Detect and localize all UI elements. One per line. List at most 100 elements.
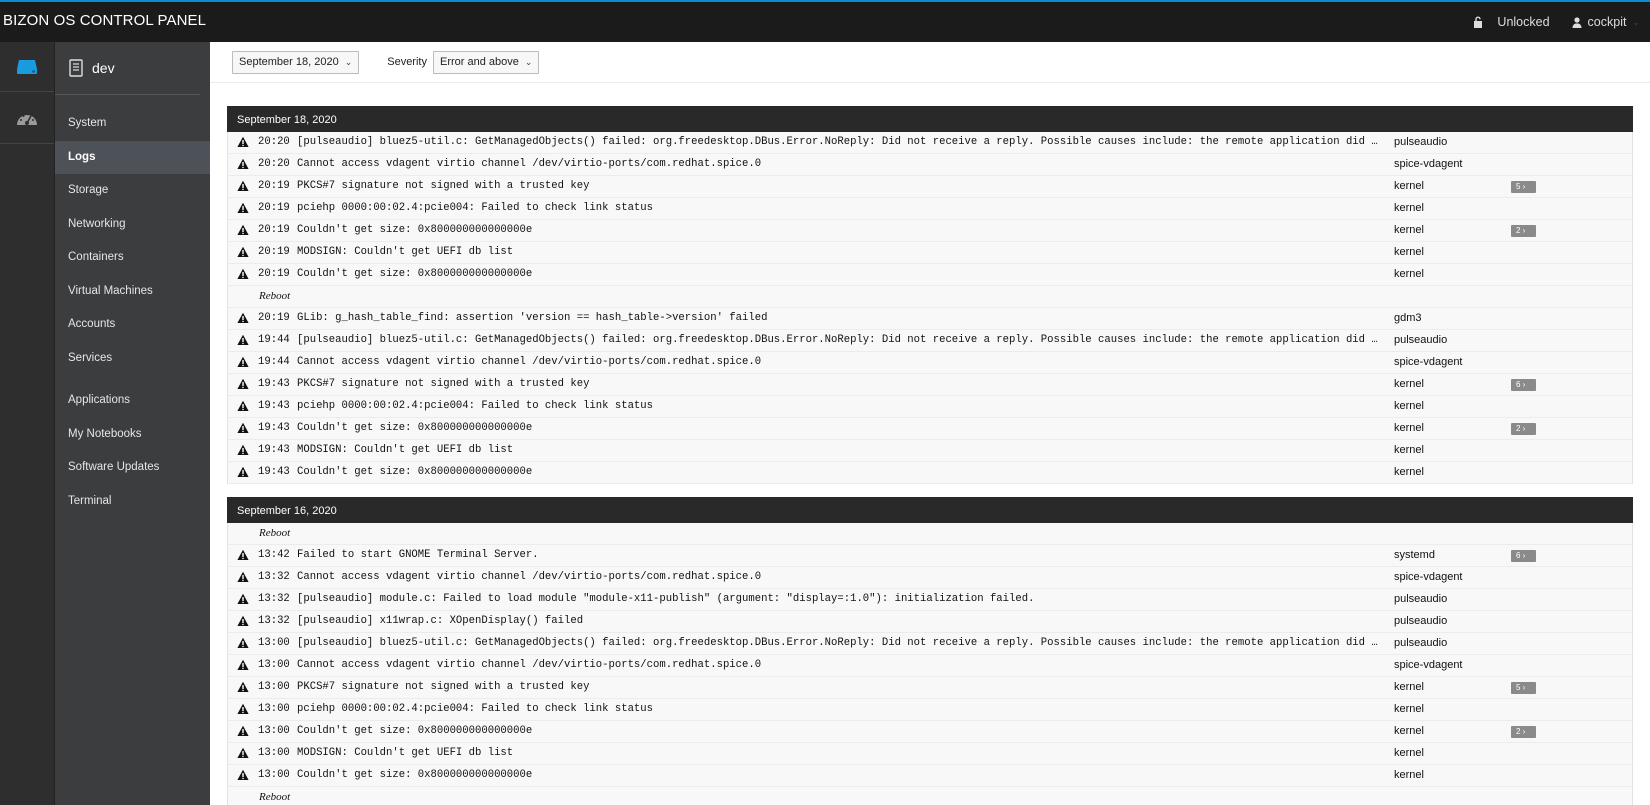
repeat-count-badge[interactable]: 5 › xyxy=(1511,682,1536,694)
log-entry-row[interactable]: 20:19 MODSIGN: Couldn't get UEFI db list k… xyxy=(227,242,1633,264)
repeat-count-badge[interactable]: 5 › xyxy=(1511,181,1536,193)
repeat-count-badge[interactable]: 2 › xyxy=(1511,726,1536,738)
log-message: Couldn't get size: 0x800000000000000e xyxy=(297,769,533,781)
log-time: 13:32 xyxy=(258,593,290,605)
log-identifier: kernel xyxy=(1394,202,1424,214)
log-entry-row[interactable]: 19:43 Couldn't get size: 0x80000000000000… xyxy=(227,462,1633,484)
rail-item-host[interactable] xyxy=(0,42,54,92)
log-identifier: systemd xyxy=(1394,549,1435,561)
log-message: PKCS#7 signature not signed with a trust… xyxy=(297,378,590,390)
log-message: [pulseaudio] module.c: Failed to load mo… xyxy=(297,593,1035,605)
log-entry-row[interactable]: 19:44 [pulseaudio] bluez5-util.c: GetMana… xyxy=(227,330,1633,352)
repeat-count: 6 xyxy=(1516,551,1521,560)
log-entry-row[interactable]: 13:32 [pulseaudio] module.c: Failed to lo… xyxy=(227,589,1633,611)
reboot-marker: Reboot xyxy=(227,523,1633,545)
warning-icon xyxy=(237,725,249,736)
log-time: 13:00 xyxy=(258,681,290,693)
user-icon xyxy=(1572,16,1582,28)
log-message: Failed to start GNOME Terminal Server. xyxy=(297,549,539,561)
log-entry-row[interactable]: 13:32 [pulseaudio] x11wrap.c: XOpenDispla… xyxy=(227,611,1633,633)
log-entry-row[interactable]: 20:19 Couldn't get size: 0x80000000000000… xyxy=(227,220,1633,242)
log-message: MODSIGN: Couldn't get UEFI db list xyxy=(297,444,514,456)
sidebar-item-software-updates[interactable]: Software Updates xyxy=(55,451,210,485)
warning-icon xyxy=(237,246,249,257)
log-entry-row[interactable]: 13:00 pciehp 0000:00:02.4:pcie004: Failed… xyxy=(227,699,1633,721)
repeat-count-badge[interactable]: 6 › xyxy=(1511,550,1536,562)
log-time: 20:20 xyxy=(258,158,290,170)
log-identifier: pulseaudio xyxy=(1394,334,1448,346)
log-time: 13:32 xyxy=(258,571,290,583)
sidebar-item-system[interactable]: System xyxy=(55,107,210,141)
log-message: GLib: g_hash_table_find: assertion 'vers… xyxy=(297,312,768,324)
lock-icon xyxy=(1474,16,1483,28)
log-entry-row[interactable]: 19:43 Couldn't get size: 0x80000000000000… xyxy=(227,418,1633,440)
log-identifier: kernel xyxy=(1394,703,1424,715)
log-time: 20:19 xyxy=(258,180,290,192)
log-time: 13:00 xyxy=(258,747,290,759)
repeat-count-badge[interactable]: 2 › xyxy=(1511,423,1536,435)
log-time: 13:00 xyxy=(258,637,290,649)
sidebar-item-networking[interactable]: Networking xyxy=(55,208,210,242)
sidebar-item-virtual-machines[interactable]: Virtual Machines xyxy=(55,275,210,309)
log-entry-row[interactable]: 13:00 Cannot access vdagent virtio channe… xyxy=(227,655,1633,677)
log-entry-row[interactable]: 13:00 MODSIGN: Couldn't get UEFI db list k… xyxy=(227,743,1633,765)
log-message: pciehp 0000:00:02.4:pcie004: Failed to c… xyxy=(297,202,654,214)
day-header: September 18, 2020 xyxy=(227,106,1633,132)
log-entry-row[interactable]: 20:19 Couldn't get size: 0x80000000000000… xyxy=(227,264,1633,286)
log-time: 20:19 xyxy=(258,312,290,324)
log-entry-row[interactable]: 13:00 Couldn't get size: 0x80000000000000… xyxy=(227,721,1633,743)
log-identifier: kernel xyxy=(1394,422,1424,434)
sidebar-item-services[interactable]: Services xyxy=(55,342,210,376)
log-entry-row[interactable]: 19:43 pciehp 0000:00:02.4:pcie004: Failed… xyxy=(227,396,1633,418)
log-entry-row[interactable]: 13:00 [pulseaudio] bluez5-util.c: GetMana… xyxy=(227,633,1633,655)
log-entry-row[interactable]: 13:00 PKCS#7 signature not signed with a … xyxy=(227,677,1633,699)
log-identifier: kernel xyxy=(1394,466,1424,478)
sidebar-item-applications[interactable]: Applications xyxy=(55,384,210,418)
log-entry-row[interactable]: 20:19 pciehp 0000:00:02.4:pcie004: Failed… xyxy=(227,198,1633,220)
log-time: 13:00 xyxy=(258,659,290,671)
log-message: Cannot access vdagent virtio channel /de… xyxy=(297,158,762,170)
repeat-count-badge[interactable]: 6 › xyxy=(1511,379,1536,391)
log-time: 13:00 xyxy=(258,703,290,715)
sidebar-item-containers[interactable]: Containers xyxy=(55,241,210,275)
repeat-count: 6 xyxy=(1516,380,1521,389)
log-identifier: spice-vdagent xyxy=(1394,158,1463,170)
log-time: 13:00 xyxy=(258,769,290,781)
log-entry-row[interactable]: 20:19 GLib: g_hash_table_find: assertion … xyxy=(227,308,1633,330)
repeat-count: 5 xyxy=(1516,182,1521,191)
warning-icon xyxy=(237,549,249,560)
dashboard-icon xyxy=(17,114,37,125)
sidebar-item-storage[interactable]: Storage xyxy=(55,174,210,208)
sidebar-item-my-notebooks[interactable]: My Notebooks xyxy=(55,418,210,452)
log-entry-row[interactable]: 13:42 Failed to start GNOME Terminal Serv… xyxy=(227,545,1633,567)
log-message: Cannot access vdagent virtio channel /de… xyxy=(297,356,762,368)
warning-icon xyxy=(237,422,249,433)
sidebar-item-logs[interactable]: Logs xyxy=(55,140,210,174)
server-icon xyxy=(17,59,37,74)
log-identifier: spice-vdagent xyxy=(1394,571,1463,583)
date-dropdown[interactable]: September 18, 2020 ⌄ xyxy=(232,50,360,74)
log-identifier: pulseaudio xyxy=(1394,637,1448,649)
warning-icon xyxy=(237,356,249,367)
log-time: 19:43 xyxy=(258,444,290,456)
log-entry-row[interactable]: 19:43 PKCS#7 signature not signed with a … xyxy=(227,374,1633,396)
sidebar-item-accounts[interactable]: Accounts xyxy=(55,308,210,342)
rail-item-dashboard[interactable] xyxy=(0,92,54,144)
log-entry-row[interactable]: 20:20 Cannot access vdagent virtio channe… xyxy=(227,154,1633,176)
severity-dropdown[interactable]: Error and above ⌄ xyxy=(432,50,540,74)
lock-status: Unlocked xyxy=(1497,15,1550,29)
repeat-count: 2 xyxy=(1516,226,1521,235)
repeat-count-badge[interactable]: 2 › xyxy=(1511,225,1536,237)
log-entry-row[interactable]: 19:44 Cannot access vdagent virtio channe… xyxy=(227,352,1633,374)
log-entry-row[interactable]: 13:00 Couldn't get size: 0x80000000000000… xyxy=(227,765,1633,787)
chevron-down-icon: ⌄ xyxy=(524,56,533,67)
host-switcher[interactable]: dev xyxy=(55,42,200,95)
log-entry-row[interactable]: 20:19 PKCS#7 signature not signed with a … xyxy=(227,176,1633,198)
log-entry-row[interactable]: 13:32 Cannot access vdagent virtio channe… xyxy=(227,567,1633,589)
warning-icon xyxy=(237,334,249,345)
log-entry-row[interactable]: 20:20 [pulseaudio] bluez5-util.c: GetMana… xyxy=(227,132,1633,154)
log-entry-row[interactable]: 19:43 MODSIGN: Couldn't get UEFI db list k… xyxy=(227,440,1633,462)
lock-toggle[interactable]: Unlocked xyxy=(1473,15,1550,29)
user-menu[interactable]: cockpit ⌄ xyxy=(1572,15,1640,29)
sidebar-item-terminal[interactable]: Terminal xyxy=(55,485,210,519)
